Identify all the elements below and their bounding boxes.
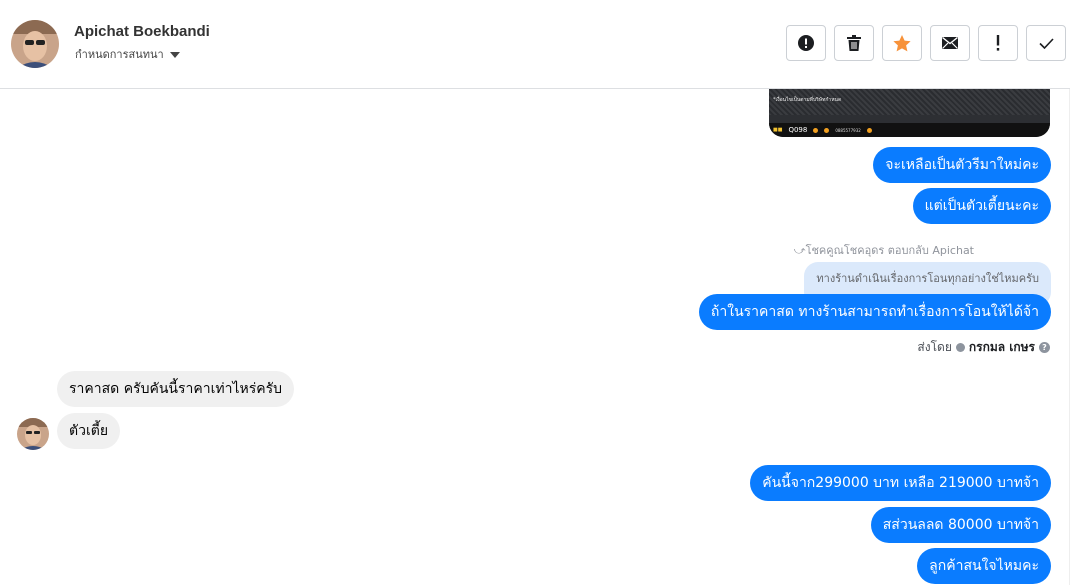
trash-icon xyxy=(847,35,861,51)
check-icon xyxy=(1038,37,1054,49)
contact-name[interactable]: Apichat Boekbandi xyxy=(74,23,210,40)
follow-up-button[interactable] xyxy=(978,25,1018,61)
reply-info: ⤻โชคคูณโชคอุดร ตอบกลับ Apichat xyxy=(794,241,974,259)
sent-by-prefix: ส่งโดย xyxy=(917,340,952,354)
contact-small-avatar[interactable] xyxy=(17,418,49,450)
contact-avatar[interactable] xyxy=(11,20,59,68)
outgoing-message[interactable]: ถ้าในราคาสด ทางร้านสามารถทำเรื่องการโอนใ… xyxy=(698,294,1051,330)
conversation-page: Apichat Boekbandi กำหนดการสนทนา *เงื่อนไ… xyxy=(0,0,1070,585)
photo-strip: ■■ Q098 0885577932 xyxy=(769,123,1050,137)
help-icon[interactable]: ? xyxy=(1039,342,1050,353)
mark-unread-button[interactable] xyxy=(930,25,970,61)
chevron-down-icon xyxy=(169,51,180,58)
photo-caption: *เงื่อนไขเป็นตามที่บริษัทกำหนด xyxy=(773,97,842,103)
agent-avatar-icon xyxy=(955,343,965,352)
reply-arrow-icon: ⤻ xyxy=(793,244,806,257)
sent-by-name[interactable]: กรกมล เกษร xyxy=(969,338,1035,357)
mark-done-button[interactable] xyxy=(1026,25,1066,61)
location-icon xyxy=(813,127,819,133)
reply-info-text: โชคคูณโชคอุดร ตอบกลับ Apichat xyxy=(805,244,974,257)
envelope-icon xyxy=(942,37,958,49)
globe-icon xyxy=(866,127,872,133)
exclamation-icon xyxy=(996,35,1000,51)
sent-by-line: ส่งโดย กรกมล เกษร ? xyxy=(917,338,1050,357)
dealer-logo: ■■ xyxy=(773,127,783,133)
delete-button[interactable] xyxy=(834,25,874,61)
photo-contact: 0885577932 xyxy=(835,127,861,133)
phone-icon xyxy=(824,127,830,133)
incoming-message[interactable]: ราคาสด ครับคันนี้ราคาเท่าไหร่ครับ xyxy=(57,371,295,407)
outgoing-message[interactable]: ลูกค้าสนใจไหมคะ xyxy=(917,548,1051,584)
photo-code: Q098 xyxy=(788,126,808,134)
conversation-toolbar xyxy=(786,25,1066,61)
star-icon xyxy=(893,34,911,51)
outgoing-message[interactable]: คันนี้จาก299000 บาท เหลือ 219000 บาทจ้า xyxy=(750,465,1051,501)
spam-button[interactable] xyxy=(786,25,826,61)
shared-photo[interactable]: *เงื่อนไขเป็นตามที่บริษัทกำหนด ■■ Q098 0… xyxy=(769,89,1050,137)
assign-conversation-dropdown[interactable]: กำหนดการสนทนา xyxy=(75,45,180,63)
message-thread[interactable]: *เงื่อนไขเป็นตามที่บริษัทกำหนด ■■ Q098 0… xyxy=(0,89,1070,585)
star-button[interactable] xyxy=(882,25,922,61)
outgoing-message[interactable]: สส่วนลลด 80000 บาทจ้า xyxy=(870,507,1051,543)
alert-circle-icon xyxy=(798,35,814,51)
outgoing-message[interactable]: แต่เป็นตัวเตี้ยนะคะ xyxy=(912,188,1051,224)
incoming-message[interactable]: ตัวเตี้ย xyxy=(57,413,121,449)
outgoing-message[interactable]: จะเหลือเป็นตัวรีมาใหม่คะ xyxy=(873,147,1051,183)
assign-label: กำหนดการสนทนา xyxy=(75,48,164,61)
conversation-header: Apichat Boekbandi กำหนดการสนทนา xyxy=(0,0,1070,89)
